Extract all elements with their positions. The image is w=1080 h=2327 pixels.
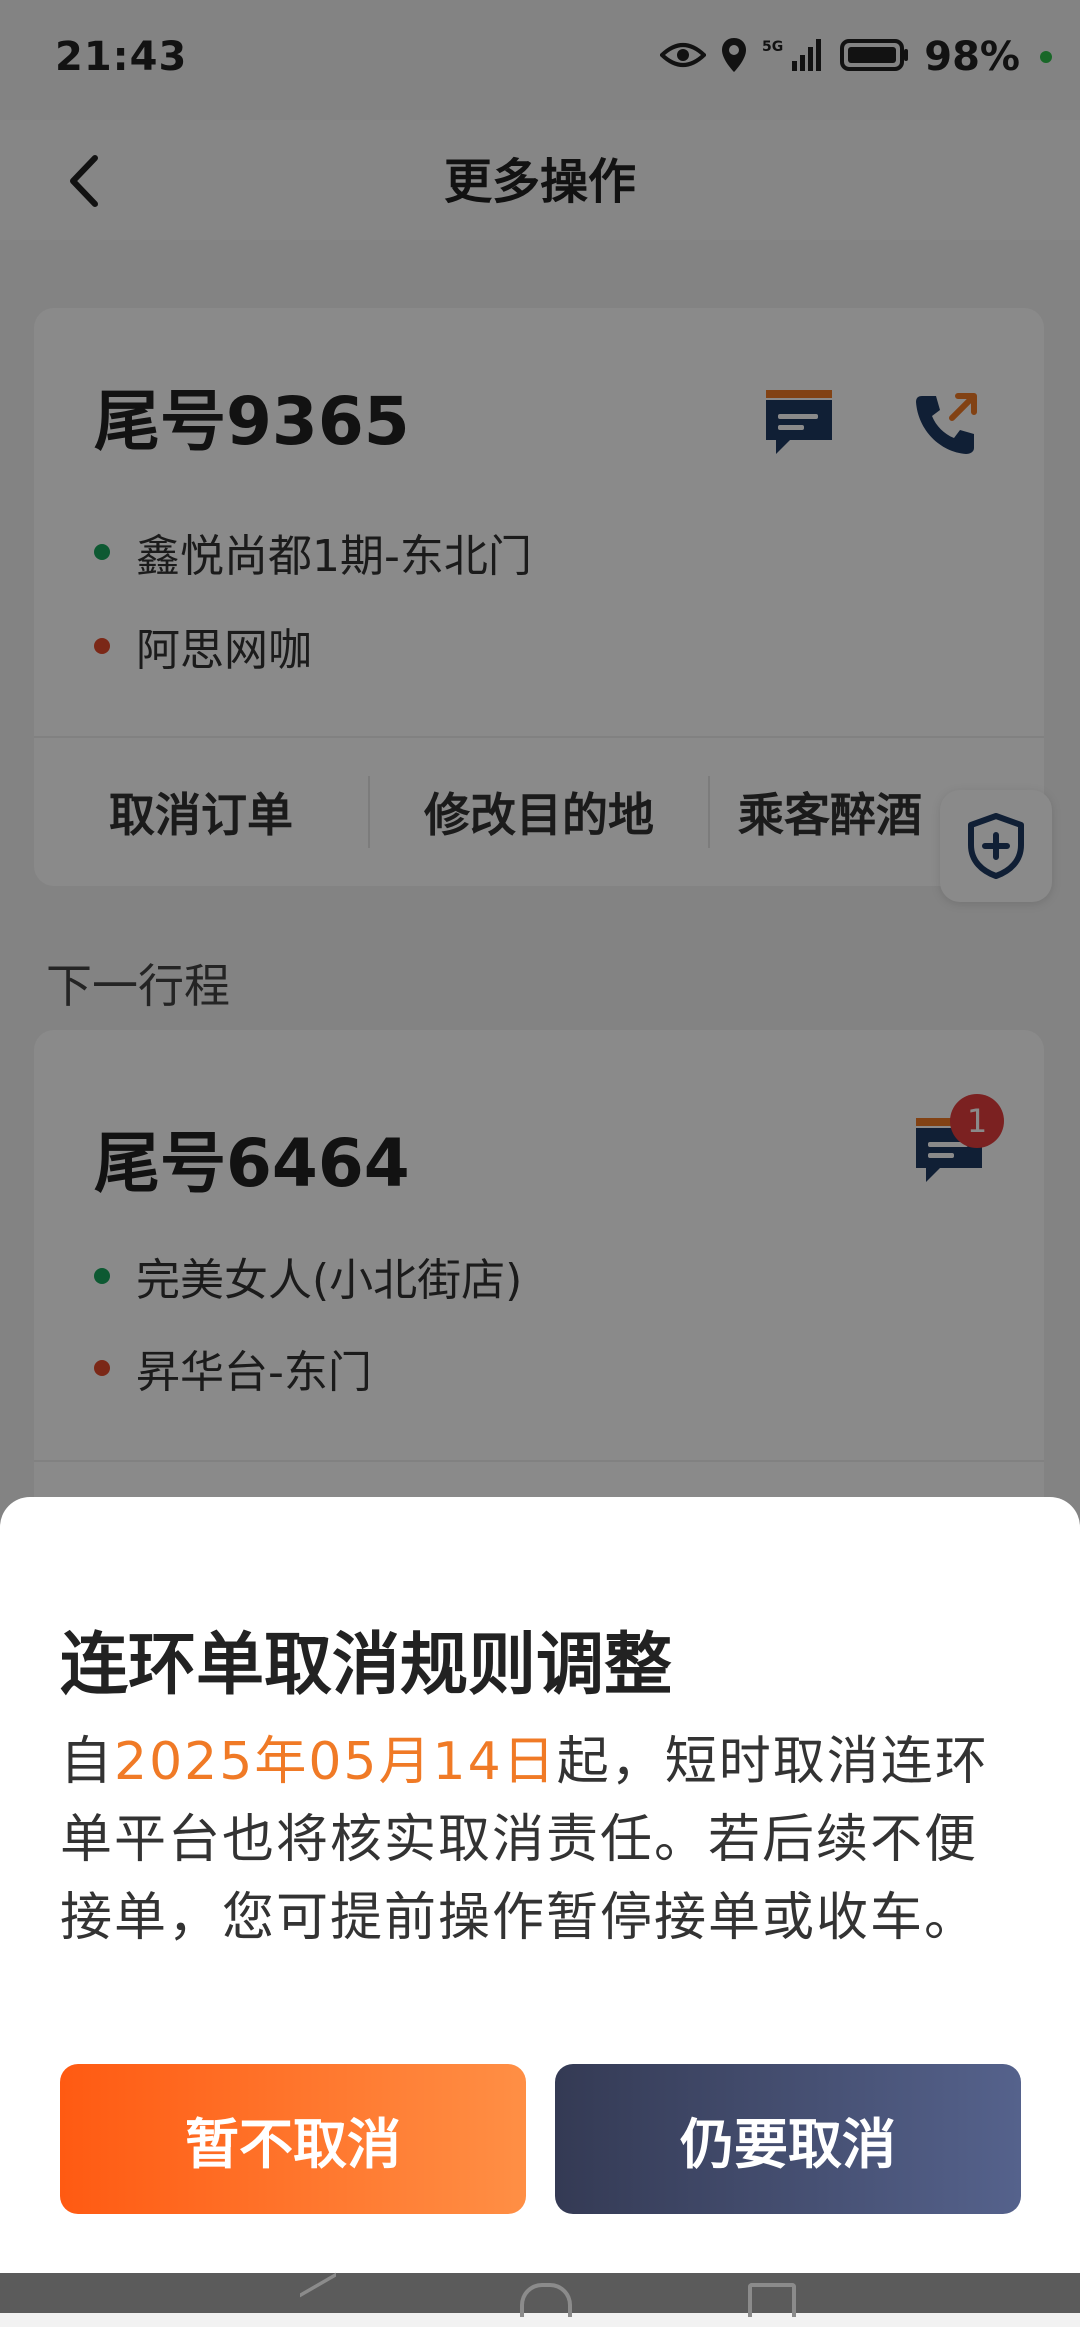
nav-recents-button[interactable] bbox=[748, 2283, 796, 2317]
dialog-title: 连环单取消规则调整 bbox=[60, 1626, 673, 1705]
effective-date: 2025年05月14日 bbox=[114, 1732, 557, 1792]
cancel-rule-dialog: 连环单取消规则调整 自2025年05月14日起，短时取消连环单平台也将核实取消责… bbox=[0, 1497, 1080, 2273]
system-navigation-bar bbox=[0, 2272, 1080, 2327]
dialog-message: 自2025年05月14日起，短时取消连环单平台也将核实取消责任。若后续不便接单，… bbox=[60, 1723, 1020, 1957]
message-prefix: 自 bbox=[60, 1732, 115, 1792]
nav-home-button[interactable] bbox=[520, 2283, 572, 2317]
confirm-cancel-button[interactable]: 仍要取消 bbox=[555, 2064, 1021, 2214]
keep-order-button[interactable]: 暂不取消 bbox=[60, 2064, 526, 2214]
nav-back-button[interactable] bbox=[300, 2272, 336, 2327]
